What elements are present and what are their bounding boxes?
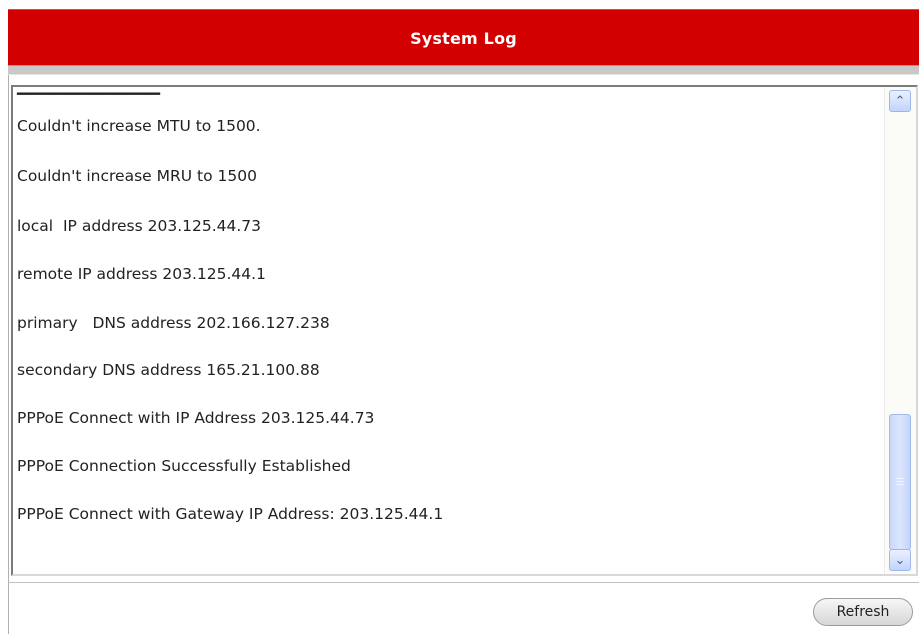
title-banner: System Log	[8, 9, 919, 65]
scroll-up-button[interactable]: ⌃	[889, 90, 911, 112]
log-line: local IP address 203.125.44.73	[17, 217, 262, 235]
log-textarea[interactable]: ▁▁▁▁▁▁▁▁▁▁▁▁ Couldn't increase MTU to 15…	[11, 85, 918, 576]
grip-icon	[896, 478, 904, 486]
scroll-thumb[interactable]	[889, 414, 911, 550]
log-line: remote IP address 203.125.44.1	[17, 265, 266, 283]
scroll-down-button[interactable]: ⌄	[889, 549, 911, 571]
log-lines: ▁▁▁▁▁▁▁▁▁▁▁▁ Couldn't increase MTU to 15…	[13, 87, 883, 574]
log-line: PPPoE Connection Successfully Establishe…	[17, 457, 351, 475]
title-bar: System Log	[0, 0, 919, 75]
log-line: PPPoE Connect with IP Address 203.125.44…	[17, 409, 375, 427]
log-line: PPPoE Connect with Gateway IP Address: 2…	[17, 505, 444, 523]
log-line: secondary DNS address 165.21.100.88	[17, 361, 320, 379]
arrow-up-icon: ⌃	[894, 93, 906, 109]
log-line-partial: ▁▁▁▁▁▁▁▁▁▁▁▁	[17, 87, 160, 95]
log-scrollbar[interactable]: ⌃ ⌄	[884, 87, 916, 574]
log-line: primary DNS address 202.166.127.238	[17, 314, 330, 332]
footer-divider	[8, 582, 919, 583]
log-line: Couldn't increase MRU to 1500	[17, 167, 257, 185]
refresh-button[interactable]: Refresh	[813, 598, 913, 626]
system-log-page: System Log ▁▁▁▁▁▁▁▁▁▁▁▁ Couldn't increas…	[0, 0, 919, 634]
page-title: System Log	[410, 29, 517, 48]
title-underline	[8, 65, 919, 75]
log-line: Couldn't increase MTU to 1500.	[17, 117, 261, 135]
arrow-down-icon: ⌄	[894, 552, 906, 568]
